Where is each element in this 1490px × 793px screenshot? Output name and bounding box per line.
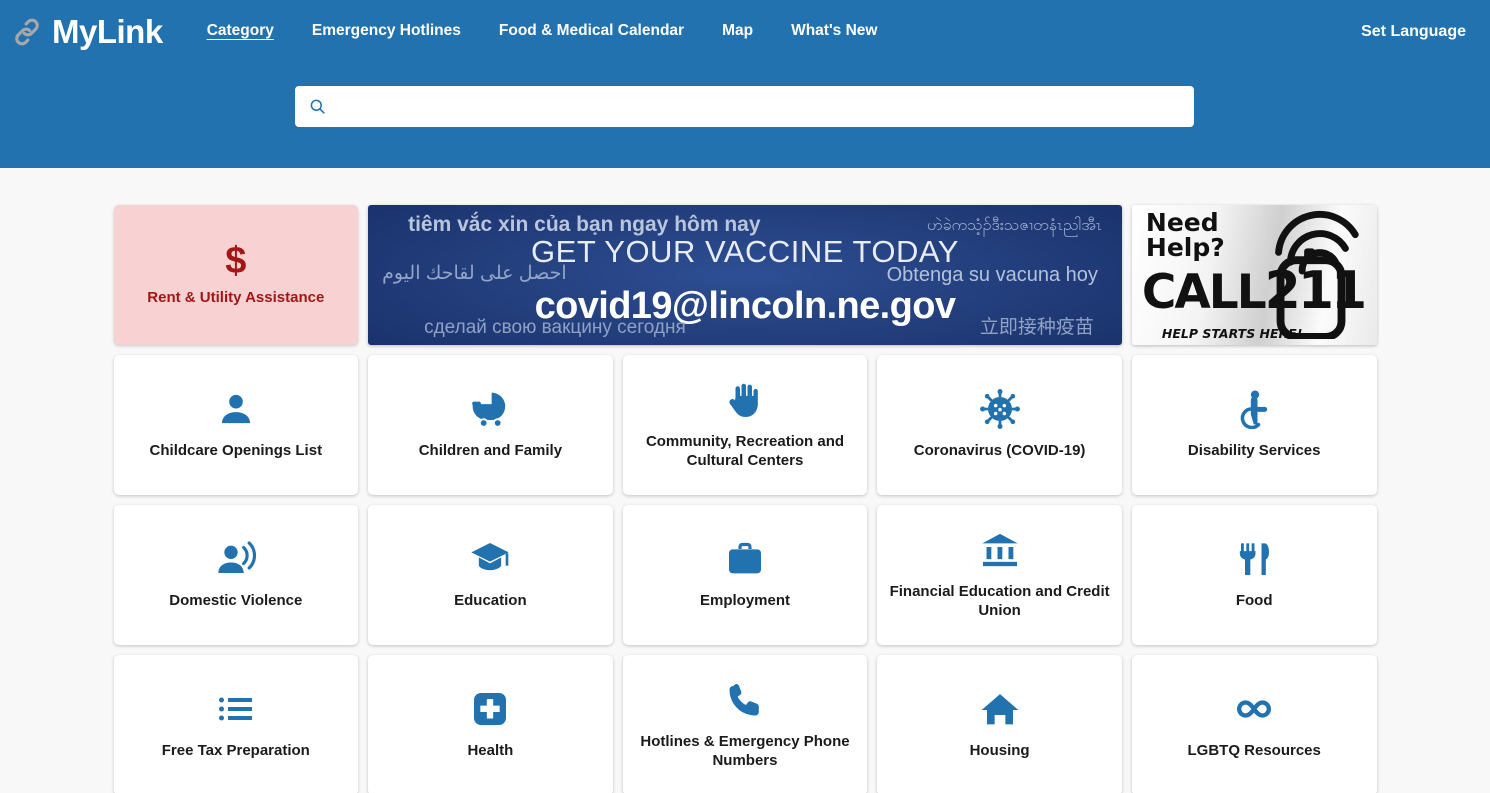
help-text: Help? bbox=[1145, 232, 1225, 262]
raised-hand-icon bbox=[729, 383, 758, 417]
primary-navigation: MyLink Category Emergency Hotlines Food … bbox=[0, 0, 1490, 64]
category-grid: Childcare Openings List Children and Fam… bbox=[113, 355, 1377, 793]
tile-financial-education-credit-union[interactable]: Financial Education and Credit Union bbox=[877, 505, 1122, 645]
tile-employment[interactable]: Employment bbox=[622, 505, 868, 645]
help-starts-here-tagline: HELP STARTS HERE! bbox=[1161, 326, 1303, 341]
site-header: MyLink Category Emergency Hotlines Food … bbox=[0, 0, 1490, 168]
call-word: CALL bbox=[1141, 265, 1267, 320]
nav-item-map[interactable]: Map bbox=[722, 22, 753, 42]
tile-label: Community, Recreation and Cultural Cente… bbox=[645, 432, 845, 469]
tile-label: Children and Family bbox=[418, 442, 563, 460]
number-211: 211 bbox=[1264, 261, 1368, 321]
call-211-text: CALL211 bbox=[1142, 265, 1367, 317]
tile-label: Rent & Utility Assistance bbox=[147, 288, 325, 306]
nav-item-food-medical-calendar[interactable]: Food & Medical Calendar bbox=[499, 22, 684, 42]
tile-label: Food bbox=[1235, 592, 1273, 610]
tile-rent-utility-assistance[interactable]: $ Rent & Utility Assistance bbox=[113, 205, 359, 345]
nav-links: Category Emergency Hotlines Food & Medic… bbox=[207, 22, 878, 42]
tile-label: Childcare Openings List bbox=[149, 442, 323, 460]
tile-disability-services[interactable]: Disability Services bbox=[1131, 355, 1377, 495]
person-speaking-icon bbox=[218, 541, 256, 574]
list-icon bbox=[218, 697, 252, 721]
virus-icon bbox=[979, 389, 1020, 430]
tile-community-recreation-cultural-centers[interactable]: Community, Recreation and Cultural Cente… bbox=[622, 355, 868, 495]
vaccine-text-arabic: احصل على لقاحك اليوم bbox=[382, 263, 567, 284]
brand-logo[interactable]: MyLink bbox=[8, 13, 163, 51]
baby-carriage-icon bbox=[472, 393, 506, 429]
vaccine-text-spanish: Obtenga su vacuna hoy bbox=[886, 264, 1098, 286]
tile-education[interactable]: Education bbox=[368, 505, 613, 645]
briefcase-icon bbox=[728, 543, 761, 574]
dollar-sign-icon: $ bbox=[225, 240, 247, 283]
tile-children-and-family[interactable]: Children and Family bbox=[368, 355, 613, 495]
fork-knife-icon bbox=[1240, 543, 1270, 576]
tile-label: Hotlines & Emergency Phone Numbers bbox=[640, 732, 850, 769]
medical-cross-icon bbox=[474, 693, 507, 726]
person-icon bbox=[221, 395, 250, 424]
nav-item-category[interactable]: Category bbox=[207, 22, 274, 42]
tile-label: Disability Services bbox=[1187, 442, 1321, 460]
infinity-icon bbox=[1237, 700, 1272, 719]
search-input[interactable] bbox=[327, 86, 1194, 127]
bank-icon bbox=[981, 533, 1018, 566]
tile-label: Housing bbox=[969, 742, 1030, 760]
tile-lgbtq-resources[interactable]: LGBTQ Resources bbox=[1131, 655, 1377, 793]
tile-label: LGBTQ Resources bbox=[1187, 742, 1321, 760]
nav-item-emergency-hotlines[interactable]: Emergency Hotlines bbox=[312, 22, 461, 42]
nav-item-whats-new[interactable]: What's New bbox=[791, 22, 877, 42]
vaccine-banner[interactable]: tiêm vắc xin của bạn ngay hôm nay ဟဲခဲကသ… bbox=[368, 205, 1122, 345]
tile-label: Domestic Violence bbox=[169, 592, 303, 610]
tile-label: Employment bbox=[699, 592, 790, 610]
search-bar[interactable] bbox=[295, 86, 1194, 127]
set-language-button[interactable]: Set Language bbox=[1361, 23, 1466, 41]
tile-label: Education bbox=[454, 592, 527, 610]
need-help-text: Need Help? bbox=[1145, 210, 1225, 262]
tile-label: Coronavirus (COVID-19) bbox=[913, 442, 1086, 460]
wheelchair-icon bbox=[1240, 390, 1268, 430]
tile-coronavirus-covid-19[interactable]: Coronavirus (COVID-19) bbox=[877, 355, 1122, 495]
tile-food[interactable]: Food bbox=[1131, 505, 1377, 645]
tile-hotlines-emergency-phone-numbers[interactable]: Hotlines & Emergency Phone Numbers bbox=[622, 655, 868, 793]
tile-label: Free Tax Preparation bbox=[161, 742, 310, 760]
vaccine-text-chinese: 立即接种疫苗 bbox=[979, 317, 1094, 338]
tile-label: Health bbox=[467, 742, 514, 760]
main-content: $ Rent & Utility Assistance tiêm vắc xin… bbox=[0, 168, 1490, 793]
vaccine-text-russian: сделай свою вакцину сегодня bbox=[424, 317, 686, 338]
tile-childcare-openings-list[interactable]: Childcare Openings List bbox=[113, 355, 359, 495]
phone-icon bbox=[729, 683, 759, 716]
house-icon bbox=[981, 694, 1018, 725]
search-icon bbox=[310, 99, 325, 114]
tile-label: Financial Education and Credit Union bbox=[889, 582, 1110, 619]
promo-row: $ Rent & Utility Assistance tiêm vắc xin… bbox=[113, 205, 1377, 345]
link-chain-icon bbox=[15, 18, 39, 46]
tile-housing[interactable]: Housing bbox=[877, 655, 1122, 793]
graduation-cap-icon bbox=[471, 543, 510, 571]
call-211-banner[interactable]: Need Help? CALL211 HELP STARTS HERE! bbox=[1131, 205, 1377, 345]
tile-health[interactable]: Health bbox=[368, 655, 613, 793]
brand-name: MyLink bbox=[52, 13, 163, 50]
tile-free-tax-preparation[interactable]: Free Tax Preparation bbox=[113, 655, 359, 793]
tile-domestic-violence[interactable]: Domestic Violence bbox=[113, 505, 359, 645]
